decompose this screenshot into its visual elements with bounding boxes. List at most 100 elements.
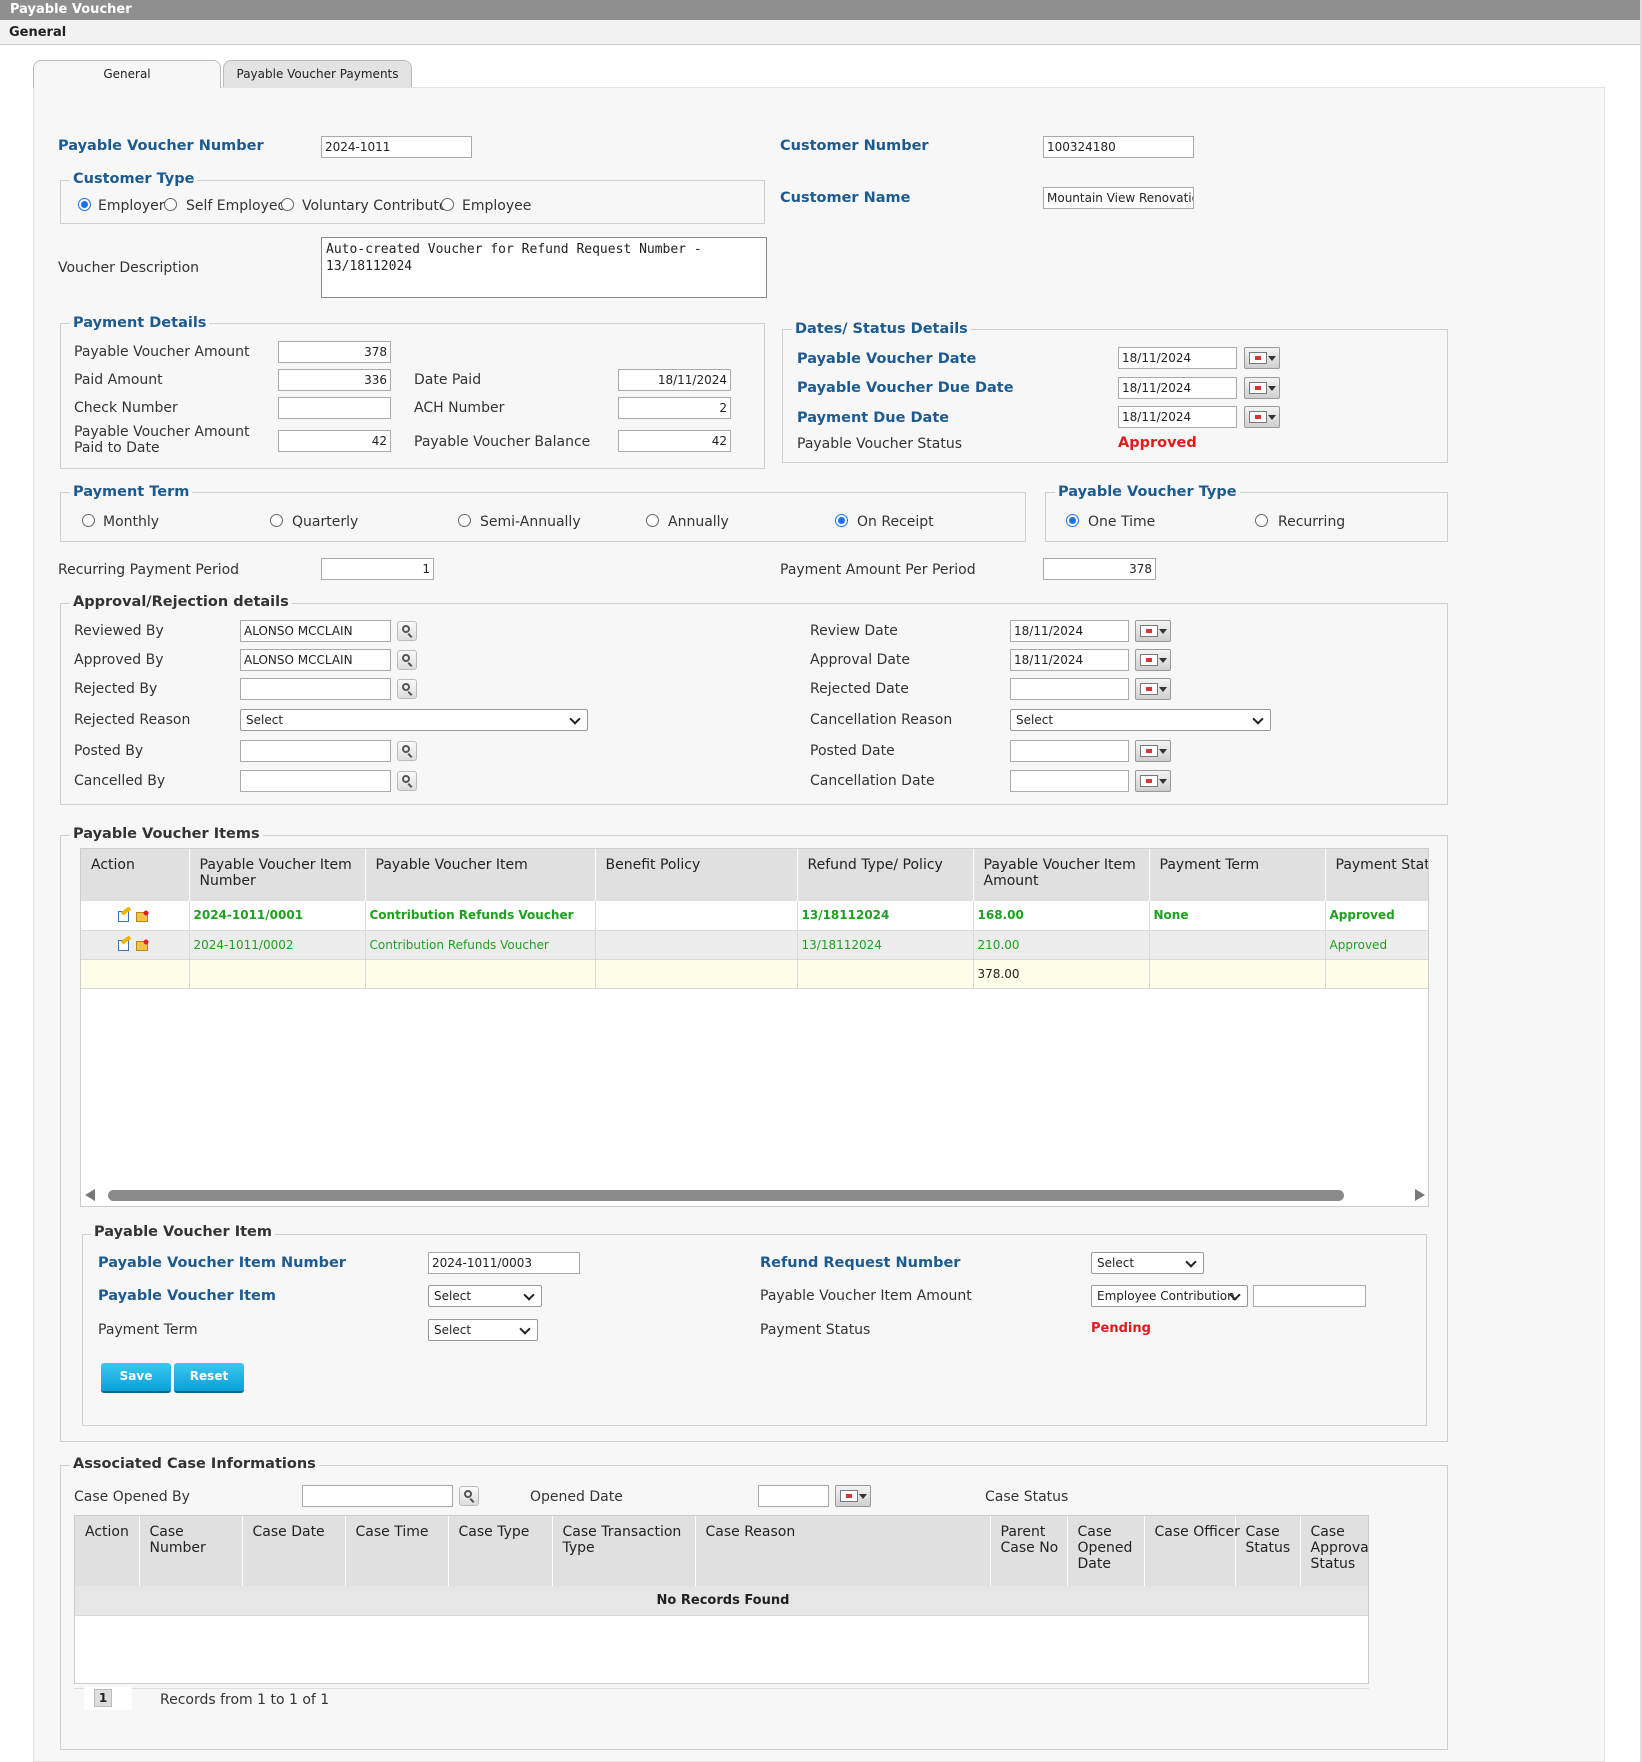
reset-button[interactable]: Reset	[174, 1363, 244, 1391]
payment-term-monthly-radio[interactable]	[82, 514, 95, 527]
voucher-type-one-time-radio[interactable]	[1066, 514, 1079, 527]
rejected-date-input[interactable]	[1010, 678, 1129, 700]
review-date-input[interactable]: 18/11/2024	[1010, 620, 1129, 642]
payment-term-on-receipt-radio[interactable]	[835, 514, 848, 527]
payment-term-quarterly-radio[interactable]	[270, 514, 283, 527]
cases-col-number: Case Number	[139, 1516, 243, 1586]
cancellation-date-input[interactable]	[1010, 770, 1129, 792]
item-number-input[interactable]: 2024-1011/0003	[428, 1252, 580, 1274]
scroll-right-icon[interactable]	[1415, 1189, 1425, 1201]
calendar-icon[interactable]	[1135, 620, 1171, 642]
per-period-input[interactable]: 378	[1043, 558, 1156, 580]
ach-number-input[interactable]: 2	[618, 397, 731, 419]
calendar-icon[interactable]	[1135, 770, 1171, 792]
item-status-label: Payment Status	[760, 1322, 871, 1338]
search-icon[interactable]	[397, 679, 417, 699]
item-number-label: Payable Voucher Item Number	[98, 1255, 346, 1271]
table-row[interactable]: 2024-1011/0001 Contribution Refunds Vouc…	[81, 901, 1428, 931]
opened-date-input[interactable]	[758, 1485, 829, 1507]
paid-to-date-input[interactable]: 42	[278, 430, 391, 452]
save-button[interactable]: Save	[101, 1363, 171, 1391]
customer-type-employer-label: Employer	[98, 198, 165, 214]
voucher-due-date-input[interactable]: 18/11/2024	[1118, 377, 1237, 399]
approval-date-input[interactable]: 18/11/2024	[1010, 649, 1129, 671]
payment-term-semi-annually-radio[interactable]	[458, 514, 471, 527]
scroll-left-icon[interactable]	[85, 1189, 95, 1201]
delete-icon[interactable]	[135, 937, 151, 952]
items-col-item: Payable Voucher Item	[365, 849, 596, 901]
cases-col-transaction-type: Case Transaction Type	[552, 1516, 696, 1586]
date-paid-input[interactable]: 18/11/2024	[618, 369, 731, 391]
calendar-icon[interactable]	[1244, 406, 1280, 428]
customer-number-input[interactable]: 100324180	[1043, 136, 1194, 158]
calendar-icon[interactable]	[1135, 678, 1171, 700]
posted-by-input[interactable]	[240, 740, 391, 762]
items-col-action: Action	[81, 849, 190, 901]
table-row[interactable]: 2024-1011/0002 Contribution Refunds Vouc…	[81, 930, 1428, 960]
calendar-icon[interactable]	[1135, 649, 1171, 671]
tab-payable-voucher-payments[interactable]: Payable Voucher Payments	[223, 60, 412, 87]
voucher-number-input[interactable]: 2024-1011	[321, 136, 472, 158]
calendar-icon[interactable]	[835, 1485, 871, 1507]
voucher-amount-input[interactable]: 378	[278, 341, 391, 363]
row-number[interactable]: 2024-1011/0001	[189, 901, 366, 931]
recurring-period-label: Recurring Payment Period	[58, 562, 240, 578]
voucher-date-label: Payable Voucher Date	[797, 351, 977, 367]
cases-col-parent: Parent Case No	[990, 1516, 1068, 1586]
voucher-description-label: Voucher Description	[58, 260, 200, 276]
reviewed-by-input[interactable]: ALONSO MCCLAIN	[240, 620, 391, 642]
row-number[interactable]: 2024-1011/0002	[189, 930, 366, 960]
customer-name-input[interactable]: Mountain View Renovations	[1043, 187, 1194, 209]
search-icon[interactable]	[397, 621, 417, 641]
payment-due-date-input[interactable]: 18/11/2024	[1118, 406, 1237, 428]
edit-icon[interactable]	[116, 909, 132, 923]
cases-col-type: Case Type	[448, 1516, 553, 1586]
search-icon[interactable]	[397, 650, 417, 670]
cancellation-reason-select[interactable]: Select	[1010, 709, 1271, 731]
calendar-icon[interactable]	[1244, 347, 1280, 369]
customer-type-employee-radio[interactable]	[441, 198, 454, 211]
customer-type-voluntary-radio[interactable]	[281, 198, 294, 211]
item-form-legend: Payable Voucher Item	[91, 1224, 275, 1240]
voucher-description-textarea[interactable]: Auto-created Voucher for Refund Request …	[321, 237, 767, 298]
voucher-date-input[interactable]: 18/11/2024	[1118, 347, 1237, 369]
item-amount-input[interactable]	[1253, 1285, 1366, 1307]
calendar-icon[interactable]	[1135, 740, 1171, 762]
item-select[interactable]: Select	[428, 1285, 542, 1307]
search-icon[interactable]	[459, 1486, 479, 1506]
posted-date-input[interactable]	[1010, 740, 1129, 762]
customer-type-employer-radio[interactable]	[78, 198, 91, 211]
item-term-select[interactable]: Select	[428, 1319, 538, 1341]
item-amount-type-select[interactable]: Employee Contribution	[1091, 1285, 1248, 1307]
customer-type-self-employed-radio[interactable]	[164, 198, 177, 211]
check-number-input[interactable]	[278, 397, 391, 419]
rejected-date-label: Rejected Date	[810, 681, 909, 697]
customer-type-legend: Customer Type	[70, 171, 198, 187]
voucher-balance-input[interactable]: 42	[618, 430, 731, 452]
paid-amount-input[interactable]: 336	[278, 369, 391, 391]
refund-request-select[interactable]: Select	[1091, 1252, 1204, 1274]
horizontal-scrollbar-thumb[interactable]	[108, 1190, 1344, 1201]
opened-date-label: Opened Date	[530, 1489, 623, 1505]
voucher-type-recurring-radio[interactable]	[1255, 514, 1268, 527]
search-icon[interactable]	[397, 771, 417, 791]
rejected-by-input[interactable]	[240, 678, 391, 700]
recurring-period-input[interactable]: 1	[321, 558, 434, 580]
cases-legend: Associated Case Informations	[70, 1456, 319, 1472]
calendar-icon[interactable]	[1244, 377, 1280, 399]
items-col-amount: Payable Voucher Item Amount	[973, 849, 1150, 901]
voucher-amount-label: Payable Voucher Amount	[74, 344, 250, 360]
rejected-reason-select[interactable]: Select	[240, 709, 588, 731]
page-number-button[interactable]: 1	[94, 1689, 112, 1707]
edit-icon[interactable]	[116, 938, 132, 952]
approved-by-input[interactable]: ALONSO MCCLAIN	[240, 649, 391, 671]
cancelled-by-input[interactable]	[240, 770, 391, 792]
tab-general[interactable]: General	[33, 60, 221, 88]
case-opened-by-input[interactable]	[302, 1485, 453, 1507]
row-actions	[81, 930, 190, 960]
delete-icon[interactable]	[135, 908, 151, 923]
ach-number-label: ACH Number	[414, 400, 505, 416]
payment-term-monthly-label: Monthly	[103, 514, 160, 530]
search-icon[interactable]	[397, 741, 417, 761]
payment-term-annually-radio[interactable]	[646, 514, 659, 527]
